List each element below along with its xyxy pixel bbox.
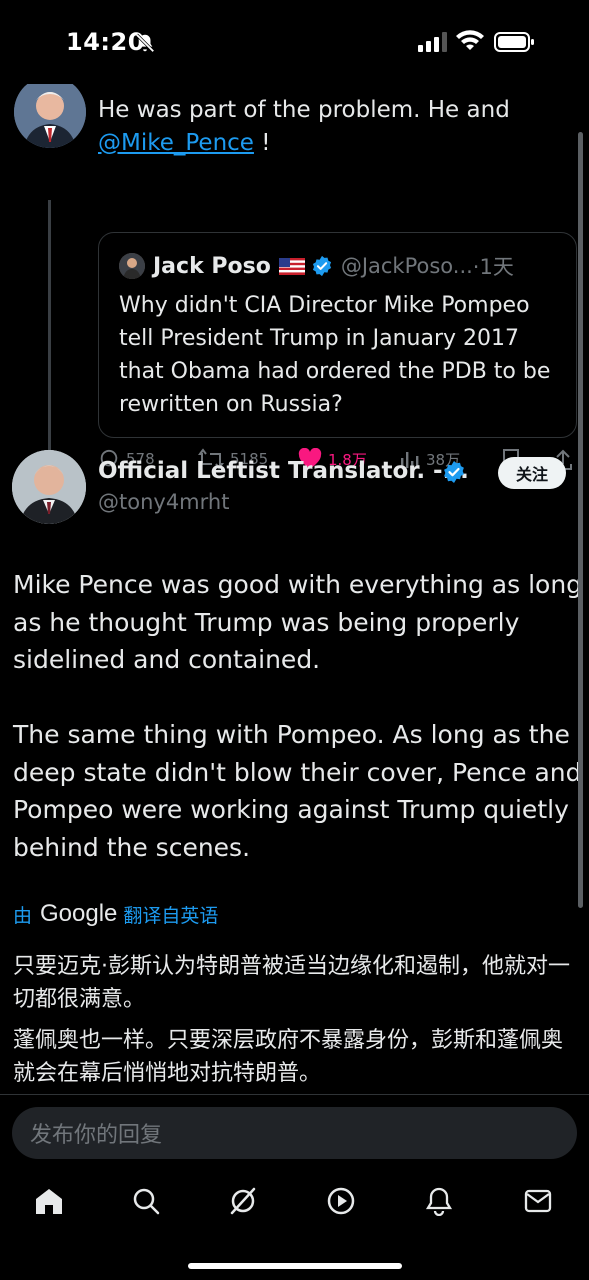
translated-text: 只要迈克·彭斯认为特朗普被适当边缘化和遏制，他就对一切都很满意。 蓬佩奥也一样。… xyxy=(13,950,583,1090)
bottom-nav xyxy=(0,1174,589,1280)
scrollbar[interactable] xyxy=(578,132,583,908)
tweet-body: Mike Pence was good with everything as l… xyxy=(13,566,583,866)
author-handle[interactable]: @tony4mrht xyxy=(98,490,229,514)
search-icon[interactable] xyxy=(131,1186,161,1216)
verified-icon xyxy=(444,461,464,483)
messages-icon[interactable] xyxy=(523,1186,553,1216)
avatar-image xyxy=(12,450,86,524)
parent-avatar[interactable] xyxy=(14,76,86,148)
translated-paragraph: 只要迈克·彭斯认为特朗普被适当边缘化和遏制，他就对一切都很满意。 xyxy=(13,954,570,1012)
translated-paragraph: 蓬佩奥也一样。只要深层政府不暴露身份，彭斯和蓬佩奥就会在幕后悄悄地对抗特朗普。 xyxy=(13,1028,564,1086)
grok-icon[interactable] xyxy=(228,1186,258,1216)
tweet-paragraph: Mike Pence was good with everything as l… xyxy=(13,570,583,674)
quoted-tweet-header: Jack Poso @JackPoso... ·1天 xyxy=(119,251,514,281)
quoted-tweet[interactable]: Jack Poso @JackPoso... ·1天 Why didn't CI… xyxy=(98,232,577,438)
verified-icon xyxy=(312,255,331,277)
us-flag-icon xyxy=(278,257,305,275)
bell-off-icon xyxy=(135,33,155,53)
google-logo: Google xyxy=(40,900,118,927)
parent-tweet-text: He was part of the problem. He and @Mike… xyxy=(98,94,568,160)
parent-text-before: He was part of the problem. He and xyxy=(98,97,510,123)
wifi-icon xyxy=(456,30,484,50)
translation-suffix: 翻译自英语 xyxy=(123,904,219,927)
quoted-handle: @JackPoso... xyxy=(340,254,473,278)
follow-button[interactable]: 关注 xyxy=(498,457,566,489)
quoted-time: ·1天 xyxy=(472,255,514,279)
status-bar: 14:20 xyxy=(0,0,589,84)
home-icon[interactable] xyxy=(34,1186,64,1216)
mention-link[interactable]: @Mike_Pence xyxy=(98,130,254,156)
notifications-icon[interactable] xyxy=(424,1186,454,1216)
battery-icon xyxy=(494,32,534,52)
author-name[interactable]: Official Leftist Translator. -... xyxy=(98,458,469,484)
reply-input[interactable]: 发布你的回复 xyxy=(12,1107,577,1159)
translation-prefix: 由 xyxy=(13,904,33,927)
avatar-image xyxy=(14,76,86,148)
home-indicator[interactable] xyxy=(188,1263,402,1269)
translation-attribution[interactable]: 由 Google 翻译自英语 xyxy=(13,900,218,928)
reply-bar: 发布你的回复 xyxy=(0,1094,589,1174)
parent-text-after: ! xyxy=(253,130,271,156)
quoted-name: Jack Poso xyxy=(153,253,271,279)
author-avatar[interactable] xyxy=(12,450,86,524)
quoted-avatar xyxy=(119,253,145,279)
video-icon[interactable] xyxy=(326,1186,356,1216)
quoted-text: Why didn't CIA Director Mike Pompeo tell… xyxy=(119,293,551,417)
signal-icon xyxy=(418,32,447,52)
tweet-paragraph: The same thing with Pompeo. As long as t… xyxy=(13,720,582,862)
